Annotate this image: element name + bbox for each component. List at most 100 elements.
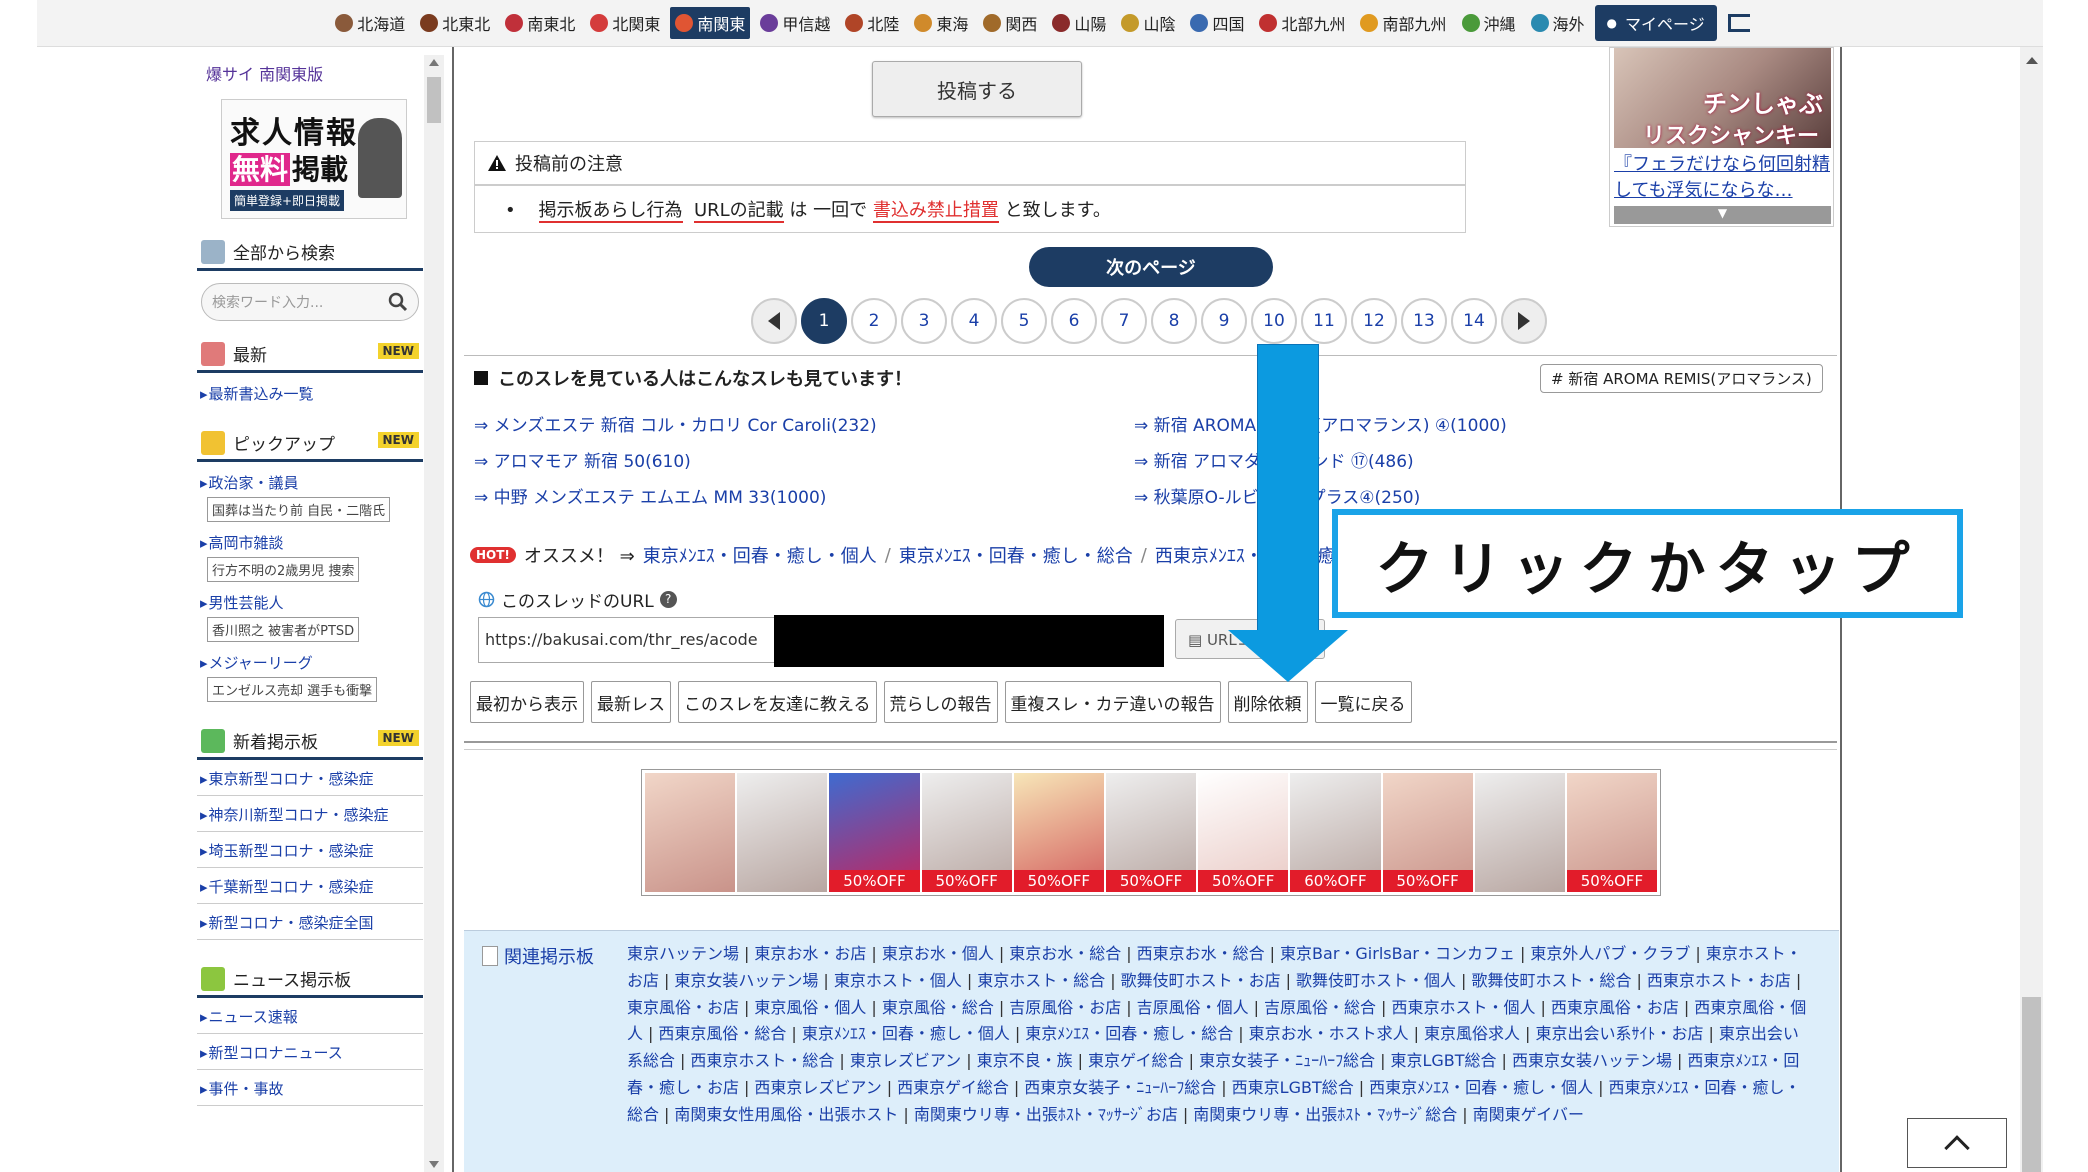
pickup-sub-0[interactable]: 国葬は当たり前 自民・二階氏 bbox=[207, 497, 391, 522]
related-board-link[interactable]: 西東京レズビアン bbox=[754, 1078, 881, 1097]
related-board-link[interactable]: 東京お水・お店 bbox=[754, 944, 866, 963]
post-button[interactable]: 投稿する bbox=[872, 61, 1082, 117]
action-button-2[interactable]: このスレを友達に教える bbox=[678, 681, 877, 723]
scroll-down-icon[interactable] bbox=[429, 1161, 439, 1168]
video-ad-thumb[interactable] bbox=[645, 773, 736, 892]
related-board-link[interactable]: 東京女装子・ﾆｭｰﾊｰﾌ総合 bbox=[1199, 1051, 1375, 1070]
sidebar-scrollbar[interactable] bbox=[424, 55, 444, 1172]
region-10[interactable]: 山陰 bbox=[1116, 7, 1180, 39]
board-link-1[interactable]: 神奈川新型コロナ・感染症 bbox=[197, 796, 423, 832]
region-15[interactable]: 海外 bbox=[1526, 7, 1590, 39]
job-banner[interactable]: 求人情報 無料 掲載 簡単登録+即日掲載 bbox=[221, 99, 407, 219]
related-board-link[interactable]: 南関東ゲイバー bbox=[1473, 1105, 1584, 1124]
news-link-1[interactable]: 新型コロナニュース bbox=[197, 1034, 423, 1070]
related-board-link[interactable]: 東京レズビアン bbox=[850, 1051, 961, 1070]
related-board-link[interactable]: 東京Bar・GirlsBar・コンカフェ bbox=[1280, 944, 1515, 963]
related-board-link[interactable]: 西東京女装ハッテン場 bbox=[1512, 1051, 1672, 1070]
video-ad-strip[interactable]: 50%OFF 50%OFF 50%OFF 50%OFF 50%OFF 60%OFF 50%O… bbox=[641, 769, 1661, 896]
region-0[interactable]: 北海道 bbox=[330, 7, 410, 39]
region-1[interactable]: 北東北 bbox=[415, 7, 495, 39]
scroll-thumb[interactable] bbox=[2022, 997, 2041, 1172]
video-ad-thumb[interactable]: 50%OFF bbox=[1198, 773, 1289, 892]
pickup-sub-2[interactable]: 香川照之 被害者がPTSD bbox=[207, 617, 360, 642]
related-board-link[interactable]: 西東京ホスト・個人 bbox=[1391, 998, 1535, 1017]
related-board-link[interactable]: 西東京女装子・ﾆｭｰﾊｰﾌ総合 bbox=[1024, 1078, 1216, 1097]
reco-link-0[interactable]: 東京ﾒﾝｴｽ・回春・癒し・個人 bbox=[643, 542, 877, 568]
related-board-link[interactable]: 東京女装ハッテン場 bbox=[674, 971, 818, 990]
related-board-link[interactable]: 西東京お水・総合 bbox=[1137, 944, 1265, 963]
region-3[interactable]: 北関東 bbox=[585, 7, 665, 39]
page-13[interactable]: 13 bbox=[1401, 298, 1447, 344]
video-ad-thumb[interactable] bbox=[1474, 773, 1565, 892]
mypage-button[interactable]: ● マイページ bbox=[1594, 5, 1717, 41]
related-thread-link[interactable]: 新宿 AROMA REMIS(アロマランス) ④(1000) bbox=[1134, 411, 1794, 447]
related-board-link[interactable]: 東京風俗・総合 bbox=[882, 998, 994, 1017]
pickup-sub-1[interactable]: 行方不明の2歳男児 捜索 bbox=[207, 557, 360, 582]
page-9[interactable]: 9 bbox=[1201, 298, 1247, 344]
latest-posts-link[interactable]: 最新書込み一覧 bbox=[200, 383, 423, 404]
news-link-0[interactable]: ニュース速報 bbox=[197, 998, 423, 1034]
side-ad[interactable]: チンしゃぶ リスクシャンキー 『フェラだけなら何回射精しても浮気にならな… ▼ bbox=[1609, 47, 1834, 227]
page-12[interactable]: 12 bbox=[1351, 298, 1397, 344]
related-board-link[interactable]: 東京風俗・お店 bbox=[627, 998, 739, 1017]
page-3[interactable]: 3 bbox=[901, 298, 947, 344]
related-board-link[interactable]: 東京出会い系ｻｲﾄ・お店 bbox=[1535, 1024, 1703, 1043]
related-board-link[interactable]: 歌舞伎町ホスト・個人 bbox=[1296, 971, 1456, 990]
related-board-link[interactable]: 西東京ホスト・総合 bbox=[690, 1051, 834, 1070]
related-board-link[interactable]: 吉原風俗・個人 bbox=[1137, 998, 1249, 1017]
reco-link-2[interactable]: 西東京ﾒﾝｴｽ・回春・癒し bbox=[1155, 542, 1353, 568]
region-6[interactable]: 北陸 bbox=[840, 7, 904, 39]
region-4[interactable]: 南関東 bbox=[670, 7, 751, 39]
reco-link-1[interactable]: 東京ﾒﾝｴｽ・回春・癒し・総合 bbox=[899, 542, 1133, 568]
video-ad-thumb[interactable]: 50%OFF bbox=[1382, 773, 1473, 892]
action-button-4[interactable]: 重複スレ・カテ違いの報告 bbox=[1004, 681, 1221, 723]
next-page-arrow[interactable] bbox=[1501, 298, 1547, 344]
region-7[interactable]: 東海 bbox=[909, 7, 973, 39]
action-button-3[interactable]: 荒らしの報告 bbox=[883, 681, 998, 723]
related-board-link[interactable]: 東京お水・総合 bbox=[1009, 944, 1121, 963]
region-5[interactable]: 甲信越 bbox=[755, 7, 835, 39]
page-8[interactable]: 8 bbox=[1151, 298, 1197, 344]
related-board-link[interactable]: 西東京風俗・総合 bbox=[658, 1024, 786, 1043]
page-6[interactable]: 6 bbox=[1051, 298, 1097, 344]
video-ad-thumb[interactable]: 50%OFF bbox=[921, 773, 1012, 892]
page-11[interactable]: 11 bbox=[1301, 298, 1347, 344]
related-board-link[interactable]: 南関東ウリ専・出張ﾎｽﾄ・ﾏｯｻｰｼﾞ総合 bbox=[1193, 1105, 1457, 1124]
related-board-link[interactable]: 東京風俗求人 bbox=[1424, 1024, 1520, 1043]
related-board-link[interactable]: 南関東女性用風俗・出張ホスト bbox=[674, 1105, 898, 1124]
logout-icon[interactable] bbox=[1727, 14, 1750, 32]
region-11[interactable]: 四国 bbox=[1185, 7, 1249, 39]
region-8[interactable]: 関西 bbox=[978, 7, 1042, 39]
board-link-3[interactable]: 千葉新型コロナ・感染症 bbox=[197, 868, 423, 904]
sidebar-search-input[interactable]: 検索ワード入力... bbox=[201, 283, 419, 321]
related-thread-link[interactable]: メンズエステ 新宿 コル・カロリ Cor Caroli(232) bbox=[474, 411, 1134, 447]
related-thread-link[interactable]: 中野 メンズエステ エムエム MM 33(1000) bbox=[474, 483, 1134, 519]
region-2[interactable]: 南東北 bbox=[500, 7, 580, 39]
action-button-0[interactable]: 最初から表示 bbox=[470, 681, 584, 723]
pickup-sub-3[interactable]: エンゼルス売却 選手も衝撃 bbox=[207, 677, 378, 702]
page-2[interactable]: 2 bbox=[851, 298, 897, 344]
page-scrollbar[interactable] bbox=[2020, 47, 2043, 1172]
related-board-link[interactable]: 東京ﾒﾝｴｽ・回春・癒し・総合 bbox=[1025, 1024, 1233, 1043]
pickup-link-1[interactable]: 高岡市雑談 bbox=[200, 532, 423, 553]
region-9[interactable]: 山陽 bbox=[1047, 7, 1111, 39]
related-board-link[interactable]: 東京外人パブ・クラブ bbox=[1530, 944, 1690, 963]
board-link-0[interactable]: 東京新型コロナ・感染症 bbox=[197, 760, 423, 796]
board-link-4[interactable]: 新型コロナ・感染症全国 bbox=[197, 904, 423, 940]
related-board-link[interactable]: 東京お水・ホスト求人 bbox=[1249, 1024, 1409, 1043]
action-button-5[interactable]: 削除依頼 bbox=[1227, 681, 1308, 723]
related-thread-link[interactable]: 新宿 アロマダイヤモンド ⑰(486) bbox=[1134, 447, 1794, 483]
back-to-top-button[interactable] bbox=[1907, 1118, 2007, 1168]
page-1[interactable]: 1 bbox=[801, 298, 847, 344]
side-ad-more[interactable]: ▼ bbox=[1614, 206, 1831, 224]
page-14[interactable]: 14 bbox=[1451, 298, 1497, 344]
side-ad-caption[interactable]: 『フェラだけなら何回射精しても浮気にならな… bbox=[1614, 152, 1831, 204]
page-4[interactable]: 4 bbox=[951, 298, 997, 344]
page-10[interactable]: 10 bbox=[1251, 298, 1297, 344]
magnifier-icon[interactable] bbox=[388, 292, 408, 312]
side-ad-image[interactable]: チンしゃぶ リスクシャンキー bbox=[1614, 48, 1831, 149]
related-board-link[interactable]: 西東京ホスト・お店 bbox=[1647, 971, 1791, 990]
scroll-thumb[interactable] bbox=[427, 77, 441, 123]
scroll-up-icon[interactable] bbox=[429, 59, 439, 66]
related-board-link[interactable]: 東京ホスト・個人 bbox=[834, 971, 962, 990]
